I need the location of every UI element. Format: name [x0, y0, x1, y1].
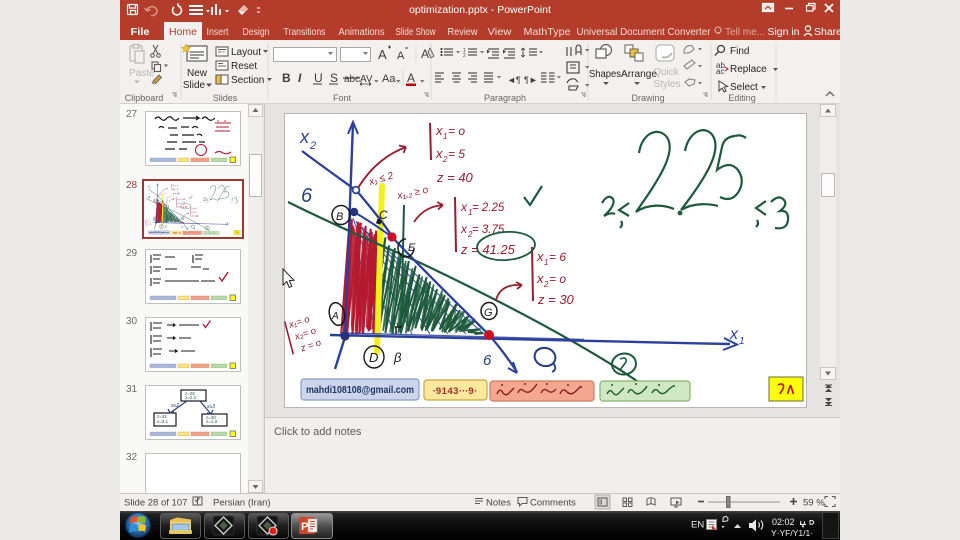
svg-text:Sign in: Sign in	[768, 26, 800, 38]
svg-text:A: A	[378, 47, 387, 62]
svg-text:x: x	[536, 271, 544, 286]
svg-text:Paragraph: Paragraph	[484, 93, 526, 103]
svg-text:New: New	[187, 68, 208, 79]
svg-text:Section: Section	[231, 75, 264, 86]
svg-text:Notes: Notes	[486, 498, 511, 509]
svg-text:Comments: Comments	[530, 498, 576, 509]
svg-text:z = 41.25: z = 41.25	[460, 242, 516, 257]
svg-text:Layout: Layout	[231, 47, 261, 58]
svg-text:Shapes: Shapes	[589, 69, 621, 80]
svg-text:View: View	[488, 26, 512, 38]
svg-text:A: A	[421, 47, 429, 61]
svg-text:Universal Document Converter: Universal Document Converter	[577, 26, 711, 38]
svg-text:abc: abc	[344, 74, 360, 85]
svg-text:B: B	[282, 71, 291, 85]
svg-text:Animations: Animations	[339, 26, 385, 38]
svg-text:EN: EN	[691, 520, 704, 531]
svg-text:ac: ac	[716, 67, 724, 76]
svg-text:File: File	[131, 26, 150, 38]
svg-text:x≥3: x≥3	[206, 404, 215, 410]
svg-text:Drawing: Drawing	[631, 93, 664, 103]
svg-text:02:02: 02:02	[772, 517, 795, 527]
svg-text:C: C	[379, 208, 388, 222]
svg-text:= 5: = 5	[448, 147, 465, 161]
svg-text:1: 1	[544, 258, 548, 267]
svg-text:Review: Review	[448, 26, 478, 38]
svg-text:x: x	[729, 326, 739, 343]
svg-text:= 3.75: = 3.75	[472, 224, 505, 236]
svg-text:6: 6	[483, 352, 492, 369]
svg-text:6: 6	[301, 185, 313, 207]
svg-text:Home: Home	[169, 26, 197, 38]
svg-text:x≤2: x≤2	[170, 403, 179, 409]
svg-text:2: 2	[309, 140, 316, 152]
svg-text:Slides: Slides	[213, 93, 238, 103]
svg-text:x: x	[460, 200, 468, 214]
svg-text:Aa: Aa	[382, 73, 396, 85]
svg-text:U: U	[314, 71, 323, 85]
svg-text:z = 40: z = 40	[436, 170, 474, 185]
svg-text:Quick: Quick	[653, 67, 680, 78]
svg-text:G: G	[484, 307, 493, 319]
svg-text:Reset: Reset	[231, 61, 257, 72]
svg-text:x=1.9: x=1.9	[206, 419, 218, 424]
svg-text:D: D	[369, 350, 378, 365]
svg-text:Persian (Iran): Persian (Iran)	[213, 498, 271, 509]
svg-text:x=2.2: x=2.2	[185, 395, 197, 400]
svg-text:2: 2	[463, 53, 466, 59]
svg-text:¶►: ¶►	[524, 75, 538, 85]
svg-text:B: B	[336, 211, 343, 223]
svg-text:Arrange: Arrange	[621, 69, 657, 80]
svg-text:x: x	[299, 127, 310, 147]
svg-text:◄¶: ◄¶	[507, 75, 521, 85]
svg-text:E: E	[408, 242, 416, 254]
svg-text:1: 1	[739, 336, 745, 347]
svg-text:Styles: Styles	[653, 79, 680, 90]
svg-text:= 6: = 6	[549, 250, 566, 264]
svg-text:= o: = o	[549, 272, 566, 286]
svg-text:= o: = o	[448, 124, 465, 138]
svg-text:S: S	[330, 71, 338, 85]
svg-text:Transitions: Transitions	[284, 26, 326, 38]
svg-text:Clipboard: Clipboard	[125, 93, 164, 103]
svg-text:β: β	[393, 350, 402, 365]
svg-text:x: x	[460, 222, 468, 236]
svg-text:A: A	[331, 311, 339, 322]
svg-text:Share: Share	[814, 26, 840, 38]
svg-text:1: 1	[443, 132, 447, 141]
svg-text:Slide: Slide	[183, 80, 206, 91]
svg-text:x: x	[435, 146, 443, 161]
svg-text:MathType: MathType	[524, 26, 571, 38]
svg-text:Find: Find	[730, 46, 749, 57]
svg-text:59 %: 59 %	[803, 498, 825, 509]
svg-text:Select: Select	[730, 82, 758, 93]
svg-text:x: x	[536, 249, 544, 264]
svg-text:Design: Design	[243, 26, 270, 38]
svg-text:AV: AV	[360, 74, 373, 85]
svg-text:∙9143∙∙∙9∙: ∙9143∙∙∙9∙	[433, 386, 478, 397]
svg-text:I: I	[298, 71, 302, 85]
svg-text:x=3.1: x=3.1	[157, 419, 169, 424]
svg-text:Y·YF/Y1/1·: Y·YF/Y1/1·	[771, 528, 813, 538]
svg-text:Font: Font	[333, 93, 352, 103]
svg-text:Tell me...: Tell me...	[725, 26, 765, 38]
svg-text:mahdi108108@gmail.com: mahdi108108@gmail.com	[306, 385, 414, 396]
svg-text:A: A	[397, 50, 405, 62]
svg-text:= 2.25: = 2.25	[472, 202, 505, 214]
svg-text:Insert: Insert	[207, 26, 229, 38]
svg-text:P: P	[301, 521, 308, 533]
svg-text:x: x	[435, 123, 443, 138]
svg-text:z = 30: z = 30	[537, 292, 575, 307]
svg-text:Replace: Replace	[730, 64, 767, 75]
svg-text:Slide Show: Slide Show	[396, 26, 436, 38]
svg-text:Paste: Paste	[129, 68, 155, 79]
svg-text:A: A	[407, 71, 415, 85]
svg-text:Slide 28 of 107: Slide 28 of 107	[124, 498, 187, 509]
svg-text:Editing: Editing	[728, 93, 756, 103]
